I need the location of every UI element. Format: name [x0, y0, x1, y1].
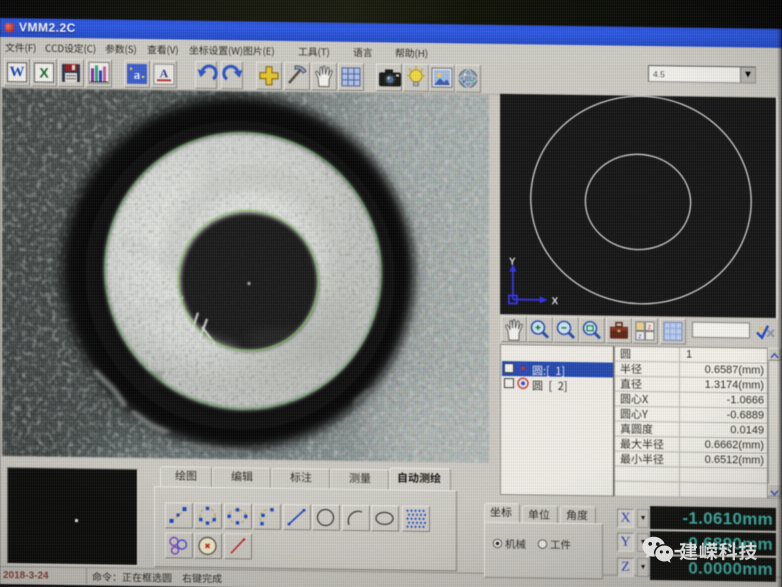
svg-text:A: A [160, 66, 169, 80]
svg-text:X: X [552, 296, 559, 307]
svg-text:a: a [134, 67, 141, 82]
svg-text:z: z [648, 324, 652, 331]
svg-text:Y: Y [509, 257, 516, 268]
svg-text:z: z [638, 333, 642, 340]
